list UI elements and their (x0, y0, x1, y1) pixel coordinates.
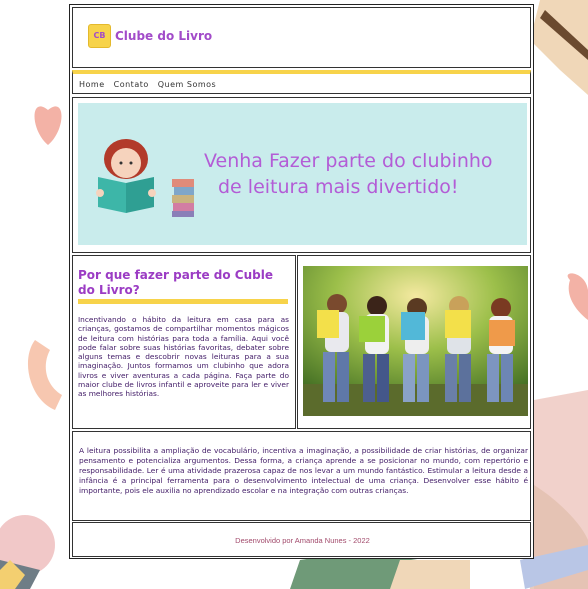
kids-reading-image (303, 266, 528, 416)
benefits-paragraph: A leitura possibilita a ampliação de voc… (79, 446, 528, 495)
logo-icon[interactable]: CB (88, 24, 111, 48)
banner-headline-line-1: Venha Fazer parte do clubinho (204, 150, 493, 172)
section-paragraph: Incentivando o hábito da leitura em casa… (78, 315, 289, 399)
site-title[interactable]: Clube do Livro (115, 29, 212, 43)
section-heading: Por que fazer parte do Cuble do Livro? (78, 268, 288, 304)
kids-reading-photo (303, 266, 528, 416)
banner-headline-line-2: de leitura mais divertido! (218, 176, 459, 198)
reading-benefits-section: A leitura possibilita a ampliação de voc… (72, 431, 531, 521)
site-header: CB Clube do Livro (72, 7, 531, 68)
nav-item-contato[interactable]: Contato (114, 80, 149, 89)
navigation-bar: Home Contato Quem Somos (72, 70, 531, 94)
why-join-section: Por que fazer parte do Cuble do Livro? I… (72, 255, 296, 429)
photo-section (297, 255, 531, 429)
nav-item-home[interactable]: Home (79, 80, 105, 89)
site-footer: Desenvolvido por Amanda Nunes - 2022 (72, 522, 531, 557)
page-container: CB Clube do Livro Home Contato Quem Somo… (69, 4, 534, 559)
banner-image: Venha Fazer parte do clubinho de leitura… (78, 103, 527, 245)
hero-banner: Venha Fazer parte do clubinho de leitura… (72, 97, 531, 253)
footer-credit: Desenvolvido por Amanda Nunes - 2022 (235, 536, 370, 545)
girl-reading-illustration (96, 139, 194, 217)
nav-item-quem-somos[interactable]: Quem Somos (158, 80, 216, 89)
